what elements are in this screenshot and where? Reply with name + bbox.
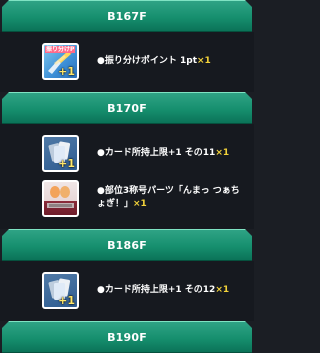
reward-quantity: ×1 xyxy=(197,55,211,66)
reward-label: ●振り分けポイント 1pt xyxy=(97,55,197,66)
reward-item: +1 ●カード所持上限+1 その12×1 xyxy=(0,268,254,312)
card-limit-icon: +1 xyxy=(42,271,79,309)
floor-header: B190F xyxy=(2,321,252,353)
reward-text: ●振り分けポイント 1pt×1 xyxy=(97,55,211,68)
reward-quantity: ×1 xyxy=(215,147,230,158)
reward-quantity: ×1 xyxy=(133,199,147,209)
floor-header: B167F xyxy=(2,0,252,32)
icon-caption: 振り分けP xyxy=(45,45,76,53)
reward-label: ●カード所持上限+1 その11 xyxy=(97,147,216,158)
reward-text: ●カード所持上限+1 その11×1 xyxy=(97,147,229,160)
reward-item: 振り分けP +1 ●振り分けポイント 1pt×1 xyxy=(0,39,254,83)
reward-item: +1 ●カード所持上限+1 その11×1 xyxy=(0,131,254,175)
reward-text: ●カード所持上限+1 その12×1 xyxy=(97,284,229,297)
floor-title: B190F xyxy=(107,330,147,344)
card-limit-icon: +1 xyxy=(42,134,79,172)
floor-section: B186F +1 ●カード所持上限+1 その12×1 xyxy=(0,229,254,321)
floor-section: B190F xyxy=(0,321,254,353)
floor-title: B186F xyxy=(107,238,147,252)
icon-plus-badge: +1 xyxy=(58,64,75,78)
floor-section: B170F +1 ●カード所持上限+1 その11×1 ●部位3称号パーツ「んまっ… xyxy=(0,92,254,229)
reward-list: 振り分けP +1 ●振り分けポイント 1pt×1 xyxy=(0,32,254,92)
floor-reward-list: B167F 振り分けP +1 ●振り分けポイント 1pt×1 B170F +1 … xyxy=(0,0,254,353)
icon-plus-badge: +1 xyxy=(58,156,75,170)
reward-list: +1 ●カード所持上限+1 その12×1 xyxy=(0,261,254,321)
floor-section: B167F 振り分けP +1 ●振り分けポイント 1pt×1 xyxy=(0,0,254,92)
title-parts-art xyxy=(47,185,74,208)
reward-item: ●部位3称号パーツ「んまっ つぁちょぎ！」×1 xyxy=(0,176,254,220)
reward-list: +1 ●カード所持上限+1 その11×1 ●部位3称号パーツ「んまっ つぁちょぎ… xyxy=(0,124,254,229)
floor-header: B186F xyxy=(2,229,252,261)
icon-plus-badge: +1 xyxy=(58,293,75,307)
reward-text: ●部位3称号パーツ「んまっ つぁちょぎ！」×1 xyxy=(97,185,248,211)
floor-title: B167F xyxy=(107,9,147,23)
reward-label: ●部位3称号パーツ「んまっ つぁちょぎ！」 xyxy=(97,186,240,209)
reward-quantity: ×1 xyxy=(215,284,230,295)
points-card-icon: 振り分けP +1 xyxy=(42,42,79,80)
floor-header: B170F xyxy=(2,92,252,124)
title-parts-icon xyxy=(42,179,79,217)
reward-label: ●カード所持上限+1 その12 xyxy=(97,284,216,295)
floor-title: B170F xyxy=(107,101,147,115)
